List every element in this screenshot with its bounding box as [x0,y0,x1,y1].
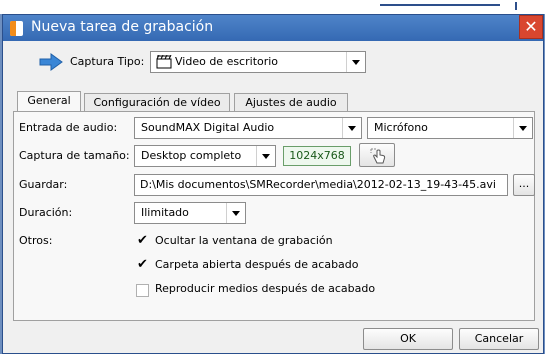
background-window-strip [0,0,545,14]
capture-size-label: Captura de tamaño: [19,149,130,162]
hide-window-checkbox[interactable] [136,233,149,249]
duration-select[interactable]: Ilimitado [134,202,246,224]
audio-input-label: Entrada de audio: [19,121,118,134]
audio-source-select[interactable]: Micrófono [367,117,533,139]
chevron-down-icon[interactable] [342,118,361,138]
tab-audio-settings[interactable]: Ajustes de audio [234,93,348,111]
cancel-button[interactable]: Cancelar [459,328,539,350]
new-recording-task-dialog: Nueva tarea de grabación ✕ Captura Tipo:… [2,14,544,354]
open-folder-label[interactable]: Carpeta abierta después de acabado [155,258,359,271]
tab-video-settings[interactable]: Configuración de vídeo [84,93,230,111]
chevron-down-icon[interactable] [513,118,532,138]
save-path-input[interactable]: D:\Mis documentos\SMRecorder\media\2012-… [134,174,508,196]
duration-value: Ilimitado [141,206,189,219]
ok-button[interactable]: OK [363,328,453,350]
capture-type-label: Captura Tipo: [70,55,145,68]
hand-select-icon [370,148,386,164]
close-button[interactable]: ✕ [519,15,543,39]
background-decoration [380,4,500,6]
audio-source-value: Micrófono [374,121,428,134]
save-label: Guardar: [19,178,68,191]
tab-general[interactable]: General [17,91,81,112]
window-title: Nueva tarea de grabación [31,19,214,35]
others-label: Otros: [19,234,53,247]
play-media-checkbox[interactable] [136,284,149,297]
hide-window-label[interactable]: Ocultar la ventana de grabación [155,234,333,247]
capture-size-select[interactable]: Desktop completo [134,145,276,167]
open-folder-checkbox[interactable] [136,257,149,273]
audio-device-select[interactable]: SoundMAX Digital Audio [134,117,362,139]
capture-type-select[interactable]: Video de escritorio [150,51,366,73]
recorder-app-icon [10,21,23,36]
resolution-badge: 1024x768 [283,146,351,166]
capture-type-value: Video de escritorio [175,55,279,68]
browse-button[interactable]: ... [513,174,535,196]
play-media-label[interactable]: Reproducir medios después de acabado [155,282,375,295]
title-bar[interactable]: Nueva tarea de grabación ✕ [3,15,543,41]
background-decoration [515,2,517,10]
capture-size-value: Desktop completo [141,149,242,162]
chevron-down-icon[interactable] [226,203,245,223]
audio-device-value: SoundMAX Digital Audio [141,121,275,134]
film-clapper-icon [156,55,172,69]
chevron-down-icon[interactable] [346,52,365,72]
right-arrow-icon [39,53,63,71]
save-path-value: D:\Mis documentos\SMRecorder\media\2012-… [140,178,496,191]
chevron-down-icon[interactable] [256,146,275,166]
duration-label: Duración: [19,206,73,219]
select-region-button[interactable] [359,143,395,167]
